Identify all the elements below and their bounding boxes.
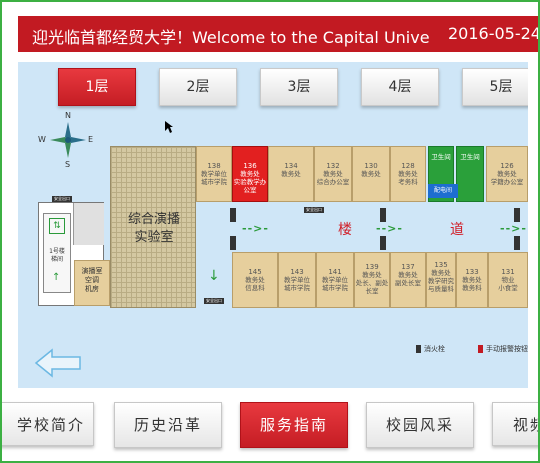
lab-title: 综合演播 实验室	[127, 212, 180, 245]
room-131[interactable]: 131 物业 小食堂	[488, 252, 528, 308]
nav-campus-style[interactable]: 校园风采	[366, 402, 474, 448]
hydrant-marker	[380, 208, 386, 222]
compass-icon: N E S W	[38, 111, 93, 169]
restroom-2[interactable]: 卫生间	[456, 146, 484, 202]
floor-tab-1[interactable]: 1层	[58, 68, 136, 106]
electric-room[interactable]: 配电间	[428, 184, 458, 198]
room-134[interactable]: 134 教务处	[268, 146, 314, 202]
studio-ac-room[interactable]: 演播室 空调 机房	[74, 260, 110, 306]
room-136[interactable]: 136 教务处 实验教学办公室	[232, 146, 268, 202]
corridor-label-1: 楼	[338, 222, 352, 238]
legend-extinguisher: 消火栓	[416, 344, 445, 354]
room-135[interactable]: 135 教务处 教学研究与质量科	[426, 252, 456, 308]
legend-alarm: 手动报警按钮	[478, 344, 528, 354]
room-126[interactable]: 126 教务处 学籍办公室	[486, 146, 528, 202]
room-128[interactable]: 128 教务处 考务科	[390, 146, 426, 202]
direction-arrow: -->-	[500, 222, 527, 235]
welcome-banner: 迎光临首都经贸大学！Welcome to the Capital Univers…	[18, 16, 538, 52]
up-arrow-icon: ↑	[52, 272, 61, 283]
room-143[interactable]: 143 教学单位 城市学院	[278, 252, 316, 308]
room-141[interactable]: 141 教学单位 城市学院	[316, 252, 354, 308]
floor-map: 1层 2层 3层 4层 5层 N E S W 综合演播 实验室 138 教学单位…	[18, 62, 528, 388]
stairwell-1[interactable]: ⇅ 1号楼 梯间 ↑	[43, 213, 71, 293]
stairs-icon: ⇅	[49, 218, 65, 234]
exit-sign: 安全出口	[204, 298, 224, 304]
hydrant-marker	[514, 236, 520, 250]
studio-lab-room[interactable]: 综合演播 实验室	[110, 146, 196, 308]
floor-tab-2[interactable]: 2层	[159, 68, 237, 106]
compass-s: S	[65, 160, 71, 169]
down-arrow-icon: ↓	[208, 268, 220, 284]
compass-n: N	[65, 111, 71, 120]
direction-arrow: -->-	[242, 222, 269, 235]
app-frame: 迎光临首都经贸大学！Welcome to the Capital Univers…	[0, 0, 540, 463]
nav-school-intro[interactable]: 学校简介	[2, 402, 94, 446]
alarm-icon	[478, 345, 483, 353]
hydrant-marker	[514, 208, 520, 222]
hydrant-marker	[230, 236, 236, 250]
service-area	[73, 203, 104, 245]
floor-tab-4[interactable]: 4层	[361, 68, 439, 106]
room-139[interactable]: 139 教务处 处长、副处长室	[354, 252, 390, 308]
mouse-cursor-icon	[165, 121, 173, 133]
room-138[interactable]: 138 教学单位 城市学院	[196, 146, 232, 202]
room-132[interactable]: 132 教务处 综合办公室	[314, 146, 352, 202]
floor-tab-5[interactable]: 5层	[462, 68, 528, 106]
nav-history[interactable]: 历史沿革	[114, 402, 222, 448]
corridor-label-2: 道	[450, 222, 464, 238]
welcome-marquee: 迎光临首都经贸大学！Welcome to the Capital Univers…	[32, 28, 430, 47]
nav-service-guide[interactable]: 服务指南	[240, 402, 348, 448]
compass-e: E	[88, 135, 94, 144]
hydrant-marker	[380, 236, 386, 250]
room-133[interactable]: 133 教务处 教务科	[456, 252, 488, 308]
room-145[interactable]: 145 教务处 信息科	[232, 252, 278, 308]
room-130[interactable]: 130 教务处	[352, 146, 390, 202]
hydrant-marker	[230, 208, 236, 222]
date-time: 2016-05-24 H	[448, 24, 538, 43]
nav-video[interactable]: 视频	[492, 402, 538, 446]
extinguisher-icon	[416, 345, 421, 353]
compass-w: W	[38, 135, 46, 144]
direction-arrow: -->-	[376, 222, 403, 235]
back-arrow-icon[interactable]	[34, 348, 82, 378]
floor-tab-3[interactable]: 3层	[260, 68, 338, 106]
exit-sign: 安全出口	[304, 207, 324, 213]
room-137[interactable]: 137 教务处 副处长室	[390, 252, 426, 308]
